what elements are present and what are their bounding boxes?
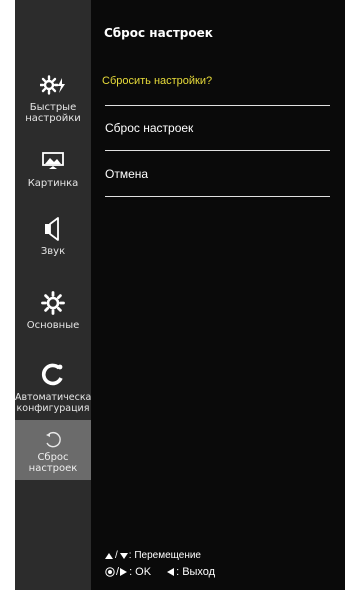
ok-button-icon — [105, 567, 115, 577]
quick-settings-icon — [40, 72, 66, 98]
divider — [105, 150, 330, 151]
sidebar-item-picture[interactable]: Картинка — [15, 148, 91, 189]
osd-frame: Быстрые настройки Картинка Звук Основные… — [15, 0, 345, 590]
up-arrow-icon — [105, 552, 113, 560]
sidebar-item-sound[interactable]: Звук — [15, 216, 91, 257]
move-hint-label: : Перемещение — [128, 550, 201, 561]
reset-question: Сбросить настройки? — [102, 75, 213, 87]
divider — [105, 196, 330, 197]
reset-confirm-option[interactable]: Сброс настроек — [105, 118, 330, 138]
ok-hint-label: : OK — [129, 566, 152, 578]
sidebar-item-label: Автоматическая конфигурация — [15, 392, 98, 414]
speaker-icon — [40, 216, 66, 242]
sidebar-item-quick-settings[interactable]: Быстрые настройки — [15, 72, 91, 124]
page-title: Сброс настроек — [104, 26, 213, 40]
footer-action-hint: / : OK : Выход — [105, 566, 215, 578]
sidebar-item-reset[interactable]: Сброс настроек — [15, 420, 91, 480]
exit-hint-label: : Выход — [176, 566, 216, 578]
auto-config-icon — [40, 362, 66, 388]
footer-move-hint: / : Перемещение — [105, 550, 201, 561]
sidebar-item-auto-config[interactable]: Автоматическая конфигурация — [15, 362, 98, 414]
sidebar-item-general[interactable]: Основные — [15, 290, 91, 331]
settings-panel: Сброс настроек Сбросить настройки? Сброс… — [91, 0, 345, 590]
down-arrow-icon — [119, 552, 128, 560]
picture-icon — [40, 148, 66, 174]
sidebar-item-label: Сброс настроек — [28, 452, 78, 474]
sidebar-item-label: Основные — [26, 320, 80, 331]
slash-separator: / — [115, 550, 118, 561]
cancel-option[interactable]: Отмена — [105, 164, 330, 184]
sidebar-item-label: Картинка — [27, 178, 79, 189]
sidebar-item-label: Быстрые настройки — [25, 102, 81, 124]
slash-separator: / — [116, 566, 120, 578]
sidebar: Быстрые настройки Картинка Звук Основные… — [15, 0, 98, 590]
sidebar-item-label: Звук — [40, 246, 66, 257]
left-arrow-icon — [167, 568, 175, 576]
right-arrow-icon — [120, 568, 128, 576]
reset-icon — [40, 430, 66, 450]
divider — [105, 105, 330, 106]
gear-icon — [40, 290, 66, 316]
